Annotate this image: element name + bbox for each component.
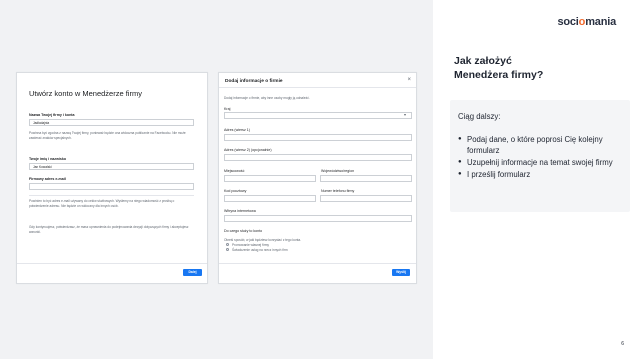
state-input[interactable] (320, 175, 412, 182)
postal-input[interactable] (224, 195, 316, 202)
steps-list: Podaj dane, o które poprosi Cię kolejny … (458, 134, 628, 181)
phone-input[interactable] (320, 195, 412, 202)
next-button[interactable]: Dalej (183, 269, 202, 276)
dialog-title: Utwórz konto w Menedżerze firmy (29, 89, 142, 98)
steps-box: Ciąg dalszy: Podaj dane, o które poprosi… (450, 100, 630, 212)
heading-line-2: Menedżera firmy? (454, 69, 544, 81)
page-number: 6 (621, 341, 624, 347)
email-note: Powinien to być adres e-mail używany do … (29, 199, 175, 208)
header-divider (219, 87, 416, 88)
heading-line-1: Jak założyć (454, 55, 512, 67)
radio-services-others-label: Świadczenie usług na rzecz innych firm (232, 248, 288, 252)
usage-note: Określ sposób, w jaki będziesz korzystać… (224, 238, 302, 242)
chevron-down-icon: ▾ (404, 112, 407, 117)
slide-heading: Jak założyć Menedżera firmy? (454, 54, 543, 82)
postal-label: Kod pocztowy (224, 189, 247, 193)
business-name-label: Nazwa Twojej firmy i konta (29, 113, 75, 117)
step-item: Uzupełnij informacje na temat swojej fir… (458, 157, 628, 168)
your-name-label: Twoje imię i nazwisko (29, 157, 67, 161)
address1-label: Adres (wiersz 1) (224, 128, 250, 132)
your-name-input[interactable]: Jan Kowalski (29, 163, 194, 170)
state-label: Województwo/region (321, 169, 355, 173)
email-input[interactable] (29, 183, 194, 190)
dialog-title: Dodaj informacje o firmie (225, 79, 283, 84)
steps-intro: Ciąg dalszy: (458, 112, 501, 121)
submit-button[interactable]: Wyślij (392, 269, 410, 276)
dialog-intro: Dodaj informacje o firmie, aby inne osob… (224, 96, 310, 100)
footer-divider (17, 263, 207, 264)
step-item: Podaj dane, o które poprosi Cię kolejny … (458, 134, 628, 156)
footer-divider (219, 263, 416, 264)
city-input[interactable] (224, 175, 316, 182)
website-label: Witryna internetowa (224, 209, 256, 213)
radio-services-others[interactable] (226, 248, 229, 251)
step-item: I prześlij formularz (458, 169, 628, 180)
country-label: Kraj (224, 107, 231, 111)
business-name-description: Powinna być zgodna z nazwą Twojej firmy,… (29, 131, 186, 140)
email-label: Firmowy adres e-mail (29, 177, 66, 181)
phone-label: Numer telefonu firmy (321, 189, 355, 193)
business-details-dialog: Dodaj informacje o firmie × Dodaj inform… (218, 72, 417, 284)
usage-label: Do czego służy to konto (224, 229, 263, 233)
address2-label: Adres (wiersz 2) (opcjonalnie) (224, 148, 272, 152)
country-select[interactable] (224, 112, 412, 119)
address2-input[interactable] (224, 154, 412, 161)
website-input[interactable] (224, 215, 412, 222)
brand-logo: sociomania (557, 16, 616, 28)
terms-note: Gdy kontynuujesz, potwierdzasz, że masz … (29, 225, 189, 234)
city-label: Miejscowość (224, 169, 245, 173)
create-account-dialog: Utwórz konto w Menedżerze firmy Nazwa Tw… (16, 72, 208, 284)
divider (29, 195, 194, 196)
close-icon[interactable]: × (407, 77, 411, 83)
address1-input[interactable] (224, 134, 412, 141)
radio-promote-own[interactable] (226, 243, 229, 246)
business-name-input[interactable]: Jadłodajnia (29, 119, 194, 126)
radio-promote-own-label: Promowanie własnej firmy (232, 243, 270, 247)
screenshot-area: Utwórz konto w Menedżerze firmy Nazwa Tw… (0, 0, 433, 359)
